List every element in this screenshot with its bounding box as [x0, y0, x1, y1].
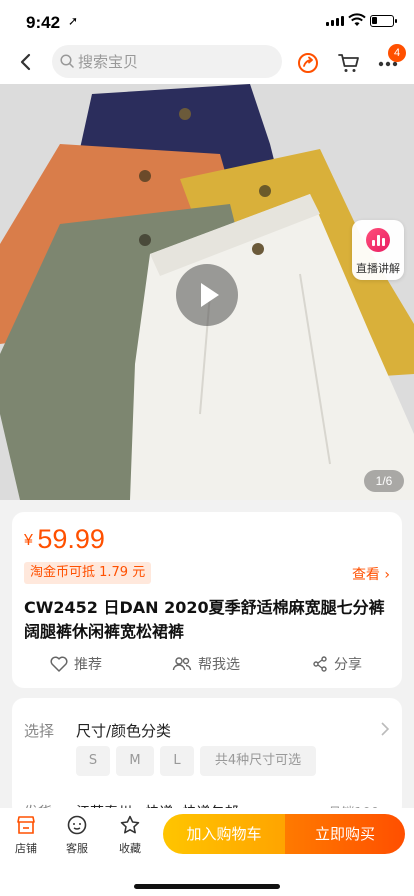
chevron-right-icon: › — [384, 567, 390, 583]
product-image-carousel[interactable]: 直播讲解 1/6 — [0, 84, 414, 500]
wifi-icon — [348, 13, 366, 26]
bottom-action-bar: 店铺 客服 收藏 加入购物车 立即购买 — [0, 808, 414, 896]
recommend-label: 推荐 — [74, 657, 102, 673]
help-me-choose-button[interactable]: 帮我选 — [172, 652, 240, 676]
view-link-label: 查看 — [351, 567, 380, 583]
back-arrow-icon[interactable] — [14, 50, 38, 74]
product-actions: 推荐 帮我选 分享 — [12, 652, 402, 676]
home-indicator — [134, 884, 280, 889]
recommend-button[interactable]: 推荐 — [50, 652, 102, 676]
coin-deduct-badge: 淘金币可抵 1.79 元 — [24, 562, 152, 584]
price-value: 59.99 — [37, 524, 105, 554]
spec-value: 尺寸/颜色分类 — [76, 722, 172, 740]
share-button[interactable]: 分享 — [312, 652, 362, 676]
live-icon — [366, 228, 390, 252]
share-icon — [313, 656, 327, 672]
notification-badge: 4 — [388, 44, 406, 62]
size-option-s[interactable]: S — [76, 746, 110, 776]
tab-store-label: 店铺 — [15, 842, 37, 855]
cart-icon[interactable] — [337, 51, 361, 75]
status-time: 9:42 — [26, 13, 61, 32]
tab-favorite[interactable]: 收藏 — [110, 814, 150, 856]
spec-select-card[interactable]: 选择 尺寸/颜色分类 S M L 共4种尺寸可选 发货 江苏泰州 · 快递: 快… — [12, 698, 402, 818]
status-bar: 9:42 ➚ — [0, 0, 414, 44]
people-icon — [172, 657, 192, 671]
share-label: 分享 — [334, 657, 362, 673]
add-to-cart-button[interactable]: 加入购物车 — [163, 814, 285, 854]
search-icon — [60, 54, 74, 68]
tab-store[interactable]: 店铺 — [6, 814, 46, 856]
price-currency: ¥ — [24, 532, 33, 549]
cellular-signal-icon — [326, 16, 344, 26]
product-title: CW2452 日DAN 2020夏季舒适棉麻宽腿七分裤阔腿裤休闲裤宽松裙裤 — [24, 598, 385, 641]
product-info-card: ¥ 59.99 淘金币可抵 1.79 元 查看 › CW2452 日DAN 20… — [12, 512, 402, 688]
live-explain-label: 直播讲解 — [356, 262, 400, 275]
search-bar[interactable] — [52, 45, 282, 78]
tab-customer-service[interactable]: 客服 — [57, 814, 97, 856]
heart-icon — [50, 656, 68, 672]
image-pager: 1/6 — [364, 470, 404, 492]
tab-customer-service-label: 客服 — [66, 842, 88, 855]
price: ¥ 59.99 — [24, 524, 105, 555]
search-input[interactable] — [78, 45, 274, 78]
spec-label: 选择 — [24, 722, 55, 740]
play-video-button[interactable] — [176, 264, 238, 326]
buy-now-button[interactable]: 立即购买 — [285, 814, 405, 854]
size-option-count: 共4种尺寸可选 — [200, 746, 316, 776]
size-option-l[interactable]: L — [160, 746, 194, 776]
size-option-m[interactable]: M — [116, 746, 154, 776]
view-link[interactable]: 查看 › — [352, 564, 390, 584]
share-circle-icon[interactable] — [297, 52, 319, 74]
chat-icon — [67, 815, 87, 835]
help-me-choose-label: 帮我选 — [198, 657, 240, 673]
battery-icon — [370, 15, 397, 27]
top-nav-bar: 4 — [0, 44, 414, 84]
chevron-right-icon — [381, 722, 390, 736]
star-icon — [120, 815, 140, 834]
location-arrow-icon: ➚ — [68, 14, 79, 28]
store-icon — [17, 816, 35, 834]
tab-favorite-label: 收藏 — [119, 842, 141, 855]
live-explain-button[interactable]: 直播讲解 — [352, 220, 404, 280]
